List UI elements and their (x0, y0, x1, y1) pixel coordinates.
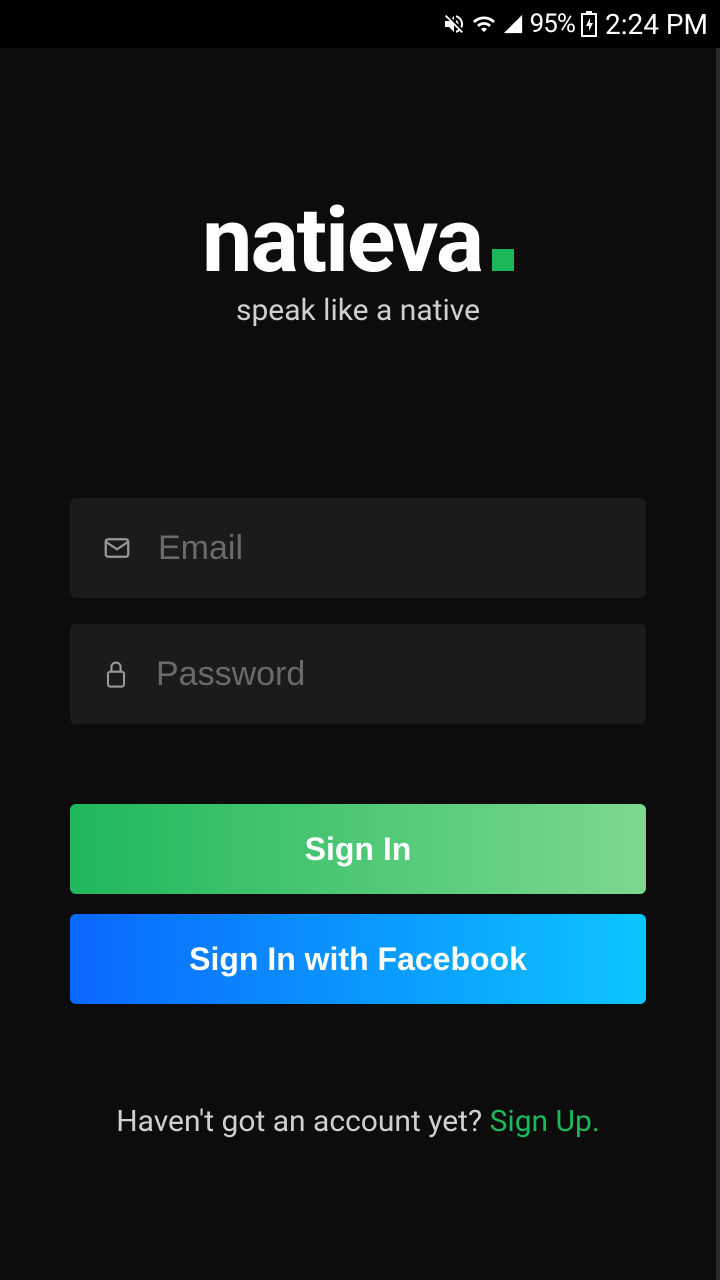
signin-button[interactable]: Sign In (70, 804, 646, 894)
logo-text: natieva (202, 188, 482, 293)
logo-section: natieva speak like a native (202, 188, 514, 328)
signup-prompt-text: Haven't got an account yet? (116, 1104, 489, 1139)
password-field[interactable] (156, 655, 614, 694)
email-icon (102, 533, 132, 563)
mute-icon (442, 12, 466, 36)
email-input-wrap[interactable] (70, 498, 646, 598)
wifi-icon (472, 12, 496, 36)
battery-charging-icon (581, 11, 597, 37)
facebook-signin-button[interactable]: Sign In with Facebook (70, 914, 646, 1004)
password-input-wrap[interactable] (70, 624, 646, 724)
status-bar: 95% 2:24 PM (0, 0, 720, 48)
status-icons: 95% 2:24 PM (442, 8, 708, 41)
signup-prompt: Haven't got an account yet? Sign Up. (116, 1104, 600, 1139)
signup-link[interactable]: Sign Up. (490, 1104, 600, 1139)
status-time: 2:24 PM (605, 8, 708, 41)
signal-icon (502, 13, 524, 35)
login-screen: natieva speak like a native (0, 48, 720, 1280)
logo-dot-icon (492, 249, 514, 271)
battery-percent: 95% (530, 9, 575, 39)
login-form (70, 498, 646, 724)
tagline: speak like a native (202, 293, 514, 328)
button-section: Sign In Sign In with Facebook (70, 804, 646, 1004)
lock-icon (102, 658, 130, 690)
app-logo: natieva (202, 188, 514, 293)
email-field[interactable] (158, 529, 614, 568)
